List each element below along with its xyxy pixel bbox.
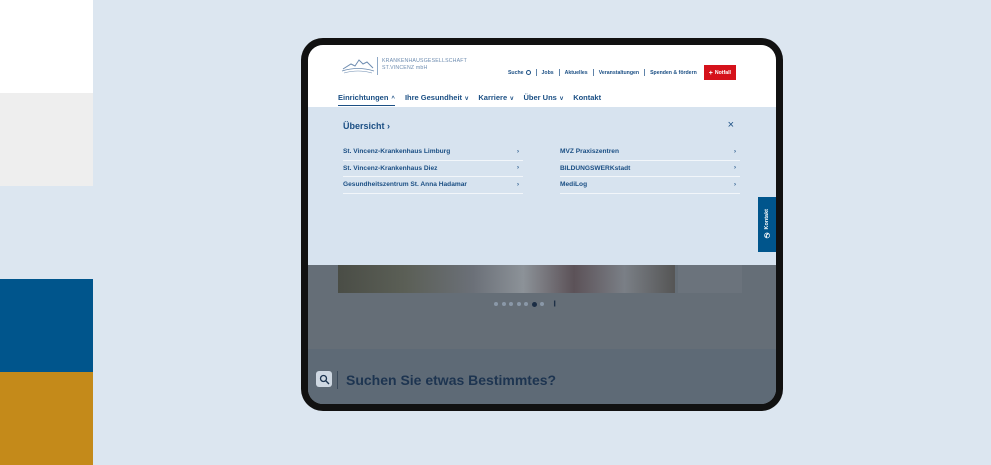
search-label: Suche — [507, 70, 524, 76]
tablet-screen: KRANKENHAUSGESELLSCHAFT ST.VINCENZ mbH S… — [308, 45, 776, 404]
nav-label: Über Uns — [523, 93, 557, 102]
jobs-link[interactable]: Jobs — [542, 70, 554, 76]
menu-link-label: BILDUNGSWERKstadt — [560, 164, 631, 172]
phone-icon: ✆ — [764, 233, 770, 241]
nav-label: Kontakt — [573, 93, 602, 102]
chevron-right-icon: › — [734, 148, 736, 155]
menu-link-diez[interactable]: St. Vincenz-Krankenhaus Diez › — [343, 161, 523, 177]
color-swatch-white — [0, 0, 93, 93]
overview-label: Übersicht — [343, 121, 385, 131]
search-heading: Suchen Sie etwas Bestimmtes? — [346, 372, 557, 388]
slider-dot[interactable] — [494, 302, 498, 306]
kontakt-side-tab[interactable]: Kontakt ✆ — [758, 197, 776, 252]
chevron-right-icon: › — [517, 165, 519, 172]
plus-icon: + — [708, 69, 713, 77]
close-icon[interactable]: × — [728, 119, 734, 131]
menu-link-label: MVZ Praxiszentren — [560, 148, 619, 156]
logo-icon[interactable] — [341, 55, 375, 75]
color-swatch-blue — [0, 279, 93, 372]
nav-karriere[interactable]: Karriere v — [478, 93, 513, 102]
nav-ihre-gesundheit[interactable]: Ihre Gesundheit v — [405, 93, 468, 102]
logo-divider — [377, 57, 378, 75]
hero-image — [338, 265, 675, 293]
nav-separator — [644, 69, 646, 76]
chevron-down-icon: v — [510, 96, 514, 102]
logo-line-1: KRANKENHAUSGESELLSCHAFT — [382, 58, 468, 64]
menu-link-label: Gesundheitszentrum St. Anna Hadamar — [343, 181, 467, 189]
menu-link-label: St. Vincenz-Krankenhaus Limburg — [343, 148, 451, 156]
top-navigation: Suche Jobs Aktuelles Veranstaltungen Spe… — [508, 65, 736, 80]
pause-icon[interactable]: || — [554, 301, 557, 307]
chevron-right-icon: › — [734, 181, 736, 188]
menu-link-limburg[interactable]: St. Vincenz-Krankenhaus Limburg › — [343, 144, 523, 161]
spenden-link[interactable]: Spenden & fördern — [650, 70, 697, 76]
veranstaltungen-link[interactable]: Veranstaltungen — [599, 70, 639, 76]
chevron-right-icon: › — [517, 148, 519, 155]
nav-einrichtungen[interactable]: Einrichtungen ^ — [338, 93, 395, 106]
nav-ueber-uns[interactable]: Über Uns v — [524, 93, 564, 102]
menu-link-bildungswerkstadt[interactable]: BILDUNGSWERKstadt › — [560, 161, 740, 177]
menu-link-mvz[interactable]: MVZ Praxiszentren › — [560, 144, 740, 161]
nav-separator — [535, 69, 537, 76]
slider-dot[interactable] — [540, 302, 544, 306]
mega-menu: Übersicht › × St. Vincenz-Krankenhaus Li… — [308, 107, 776, 265]
menu-link-label: MediLog — [560, 181, 588, 189]
slider-dot[interactable] — [516, 302, 521, 306]
chevron-down-icon: v — [559, 96, 564, 102]
menu-column-right: MVZ Praxiszentren › BILDUNGSWERKstadt › Me… — [560, 144, 740, 194]
search-divider — [337, 371, 338, 389]
nav-separator — [558, 69, 560, 76]
aktuelles-link[interactable]: Aktuelles — [565, 70, 588, 76]
hero-image-next — [678, 265, 742, 293]
kontakt-tab-label: Kontakt — [764, 208, 770, 230]
magnifier-icon — [319, 374, 329, 384]
tablet-frame: KRANKENHAUSGESELLSCHAFT ST.VINCENZ mbH S… — [301, 38, 783, 411]
search-icon — [525, 69, 531, 75]
color-swatch-light-blue — [0, 186, 93, 279]
overview-link[interactable]: Übersicht › — [343, 121, 390, 131]
nav-label: Ihre Gesundheit — [404, 93, 463, 102]
slider-dots: || — [494, 301, 557, 307]
menu-link-medilog[interactable]: MediLog › — [560, 177, 740, 194]
nav-label: Karriere — [478, 93, 508, 102]
slider-dot[interactable] — [509, 302, 513, 306]
chevron-up-icon: ^ — [391, 96, 395, 102]
menu-link-label: St. Vincenz-Krankenhaus Diez — [343, 164, 438, 172]
nav-label: Einrichtungen — [338, 93, 389, 102]
logo-line-2: ST.VINCENZ mbH — [382, 64, 428, 71]
slider-dot-active[interactable] — [531, 301, 537, 307]
search-section-icon — [316, 371, 332, 387]
nav-separator — [592, 69, 594, 76]
main-navigation: Einrichtungen ^ Ihre Gesundheit v Karriere… — [338, 93, 611, 106]
logo-text[interactable]: KRANKENHAUSGESELLSCHAFT ST.VINCENZ mbH — [382, 58, 467, 71]
search-link[interactable]: Suche — [508, 69, 531, 76]
site-header: KRANKENHAUSGESELLSCHAFT ST.VINCENZ mbH S… — [308, 45, 776, 107]
notfall-button[interactable]: + Notfall — [703, 65, 736, 80]
nav-kontakt[interactable]: Kontakt — [573, 93, 601, 102]
menu-column-left: St. Vincenz-Krankenhaus Limburg › St. Vin… — [343, 144, 523, 194]
chevron-right-icon: › — [387, 121, 391, 131]
menu-link-hadamar[interactable]: Gesundheitszentrum St. Anna Hadamar › — [343, 177, 523, 194]
slider-dot[interactable] — [524, 302, 528, 306]
slider-dot[interactable] — [501, 302, 506, 306]
color-swatch-gray — [0, 93, 93, 186]
chevron-right-icon: › — [517, 181, 519, 188]
color-swatch-gold — [0, 372, 93, 465]
chevron-right-icon: › — [734, 165, 736, 172]
chevron-down-icon: v — [465, 96, 469, 102]
notfall-label: Notfall — [714, 70, 731, 76]
